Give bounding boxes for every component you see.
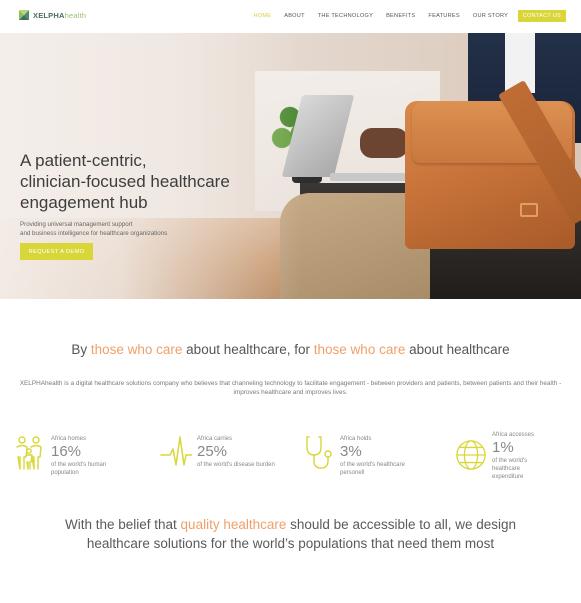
logo[interactable]: XELPHAhealth	[18, 9, 86, 21]
hero-subtitle-line: Providing universal management support	[20, 221, 133, 228]
hero-title-line: A patient-centric,	[20, 151, 147, 170]
logo-mark-icon	[19, 10, 29, 20]
stat-lead: Africa holds	[340, 436, 372, 442]
request-demo-button[interactable]: REQUEST A DEMO	[20, 243, 93, 260]
family-icon	[16, 436, 42, 470]
stat-value: 1%	[492, 439, 514, 456]
logo-text: XELPHAhealth	[33, 10, 87, 20]
hero-subtitle: Providing universal management support a…	[20, 220, 220, 238]
contact-us-button[interactable]: CONTACT US	[517, 10, 566, 22]
hero-laptop-base	[330, 173, 410, 181]
globe-icon	[456, 440, 486, 470]
hero-title: A patient-centric, clinician-focused hea…	[20, 150, 270, 213]
belief-line2: healthcare solutions for the world’s pop…	[86, 536, 495, 551]
stat-population: Africa homes 16% of the world's human po…	[14, 435, 131, 477]
hero-person-hand	[360, 128, 408, 158]
stat-description: of the world's healthcare personell	[340, 462, 405, 476]
stat-lead: Africa carries	[197, 436, 233, 442]
stat-expenditure: Africa accesses 1% of the world's health…	[455, 431, 544, 481]
nav-about[interactable]: ABOUT	[278, 13, 312, 19]
hero-title-line: clinician-focused healthcare	[20, 172, 230, 191]
stat-lead: Africa homes	[51, 436, 87, 442]
belief-statement: With the belief that quality healthcare …	[0, 515, 581, 553]
heartbeat-icon	[160, 436, 192, 466]
top-navbar: XELPHAhealth HOME ABOUT THE TECHNOLOGY B…	[0, 0, 581, 33]
stat-description: of the world's disease burden	[197, 462, 275, 468]
nav-home[interactable]: HOME	[247, 13, 278, 19]
stat-personnel: Africa holds 3% of the world's healthcar…	[303, 435, 420, 477]
nav-benefits[interactable]: BENEFITS	[380, 13, 422, 19]
nav-features[interactable]: FEATURES	[422, 13, 466, 19]
about-description: XELPHAhealth is a digital healthcare sol…	[19, 380, 562, 396]
nav-the-technology[interactable]: THE TECHNOLOGY	[311, 13, 379, 19]
stat-value: 16%	[51, 443, 82, 460]
about-heading: By those who care about healthcare, for …	[71, 342, 510, 357]
stat-lead: Africa accesses	[492, 432, 535, 438]
stat-description: of the world's human population	[51, 462, 107, 476]
nav-our-story[interactable]: OUR STORY	[466, 13, 514, 19]
main-menu: HOME ABOUT THE TECHNOLOGY BENEFITS FEATU…	[247, 10, 566, 22]
hero-title-line: engagement hub	[20, 193, 148, 212]
stethoscope-icon	[306, 436, 332, 469]
hero-subtitle-line: and business intelligence for healthcare…	[20, 230, 168, 237]
hero-bag-buckle	[520, 203, 538, 217]
stat-description: of the world's healthcare expenditure	[492, 458, 528, 480]
stat-value: 25%	[197, 443, 228, 460]
stat-disease-burden: Africa carries 25% of the world's diseas…	[160, 435, 277, 471]
stat-value: 3%	[340, 443, 362, 460]
belief-line1: With the belief that quality healthcare …	[64, 517, 517, 532]
